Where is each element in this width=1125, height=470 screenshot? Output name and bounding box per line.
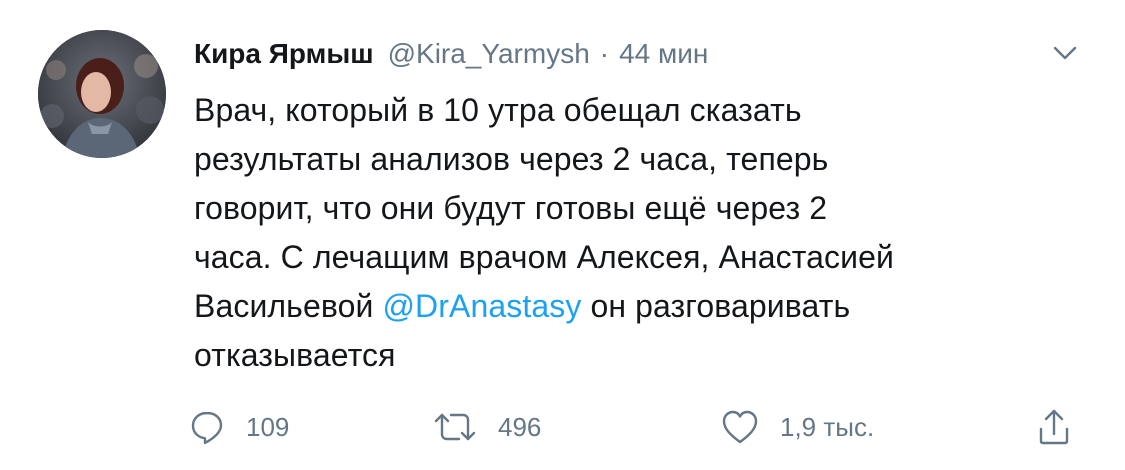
tweet-text-line: Васильевой @DrAnastasy он разговаривать bbox=[194, 282, 1074, 331]
reply-button[interactable]: 109 bbox=[188, 402, 289, 452]
chevron-down-icon[interactable] bbox=[1050, 40, 1080, 66]
timestamp[interactable]: 44 мин bbox=[619, 38, 708, 70]
tweet-header: Кира Ярмыш @Kira_Yarmysh · 44 мин bbox=[194, 38, 708, 78]
retweet-button[interactable]: 496 bbox=[432, 402, 541, 452]
tweet-card[interactable]: Кира Ярмыш @Kira_Yarmysh · 44 мин Врач, … bbox=[0, 0, 1125, 470]
reply-icon bbox=[188, 408, 226, 446]
mention-link[interactable]: @DrAnastasy bbox=[382, 288, 581, 324]
display-name[interactable]: Кира Ярмыш bbox=[194, 38, 374, 70]
tweet-text-line: отказывается bbox=[194, 337, 396, 373]
separator-dot: · bbox=[599, 38, 610, 69]
tweet-text-line: часа. С лечащим врачом Алексея, Анастаси… bbox=[194, 239, 894, 275]
reply-count: 109 bbox=[246, 411, 290, 442]
tweet-text-line: говорит, что они будут готовы ещё через … bbox=[194, 190, 828, 226]
tweet-text-fragment: Васильевой bbox=[194, 288, 383, 324]
share-icon bbox=[1036, 407, 1072, 447]
share-button[interactable] bbox=[1036, 402, 1072, 452]
tweet-text-line: результаты анализов через 2 часа, теперь bbox=[194, 141, 829, 177]
user-handle[interactable]: @Kira_Yarmysh bbox=[388, 38, 590, 70]
avatar[interactable] bbox=[38, 30, 166, 158]
action-bar: 109 496 1,9 тыс. bbox=[188, 402, 1088, 452]
like-button[interactable]: 1,9 тыс. bbox=[720, 402, 874, 452]
tweet-text: Врач, который в 10 утра обещал сказать р… bbox=[194, 86, 1074, 380]
retweet-count: 496 bbox=[498, 411, 542, 442]
retweet-icon bbox=[432, 408, 478, 446]
tweet-text-line: Врач, который в 10 утра обещал сказать bbox=[194, 92, 802, 128]
tweet-text-fragment: он разговаривать bbox=[581, 288, 851, 324]
like-count: 1,9 тыс. bbox=[780, 411, 875, 442]
heart-icon bbox=[720, 408, 760, 446]
